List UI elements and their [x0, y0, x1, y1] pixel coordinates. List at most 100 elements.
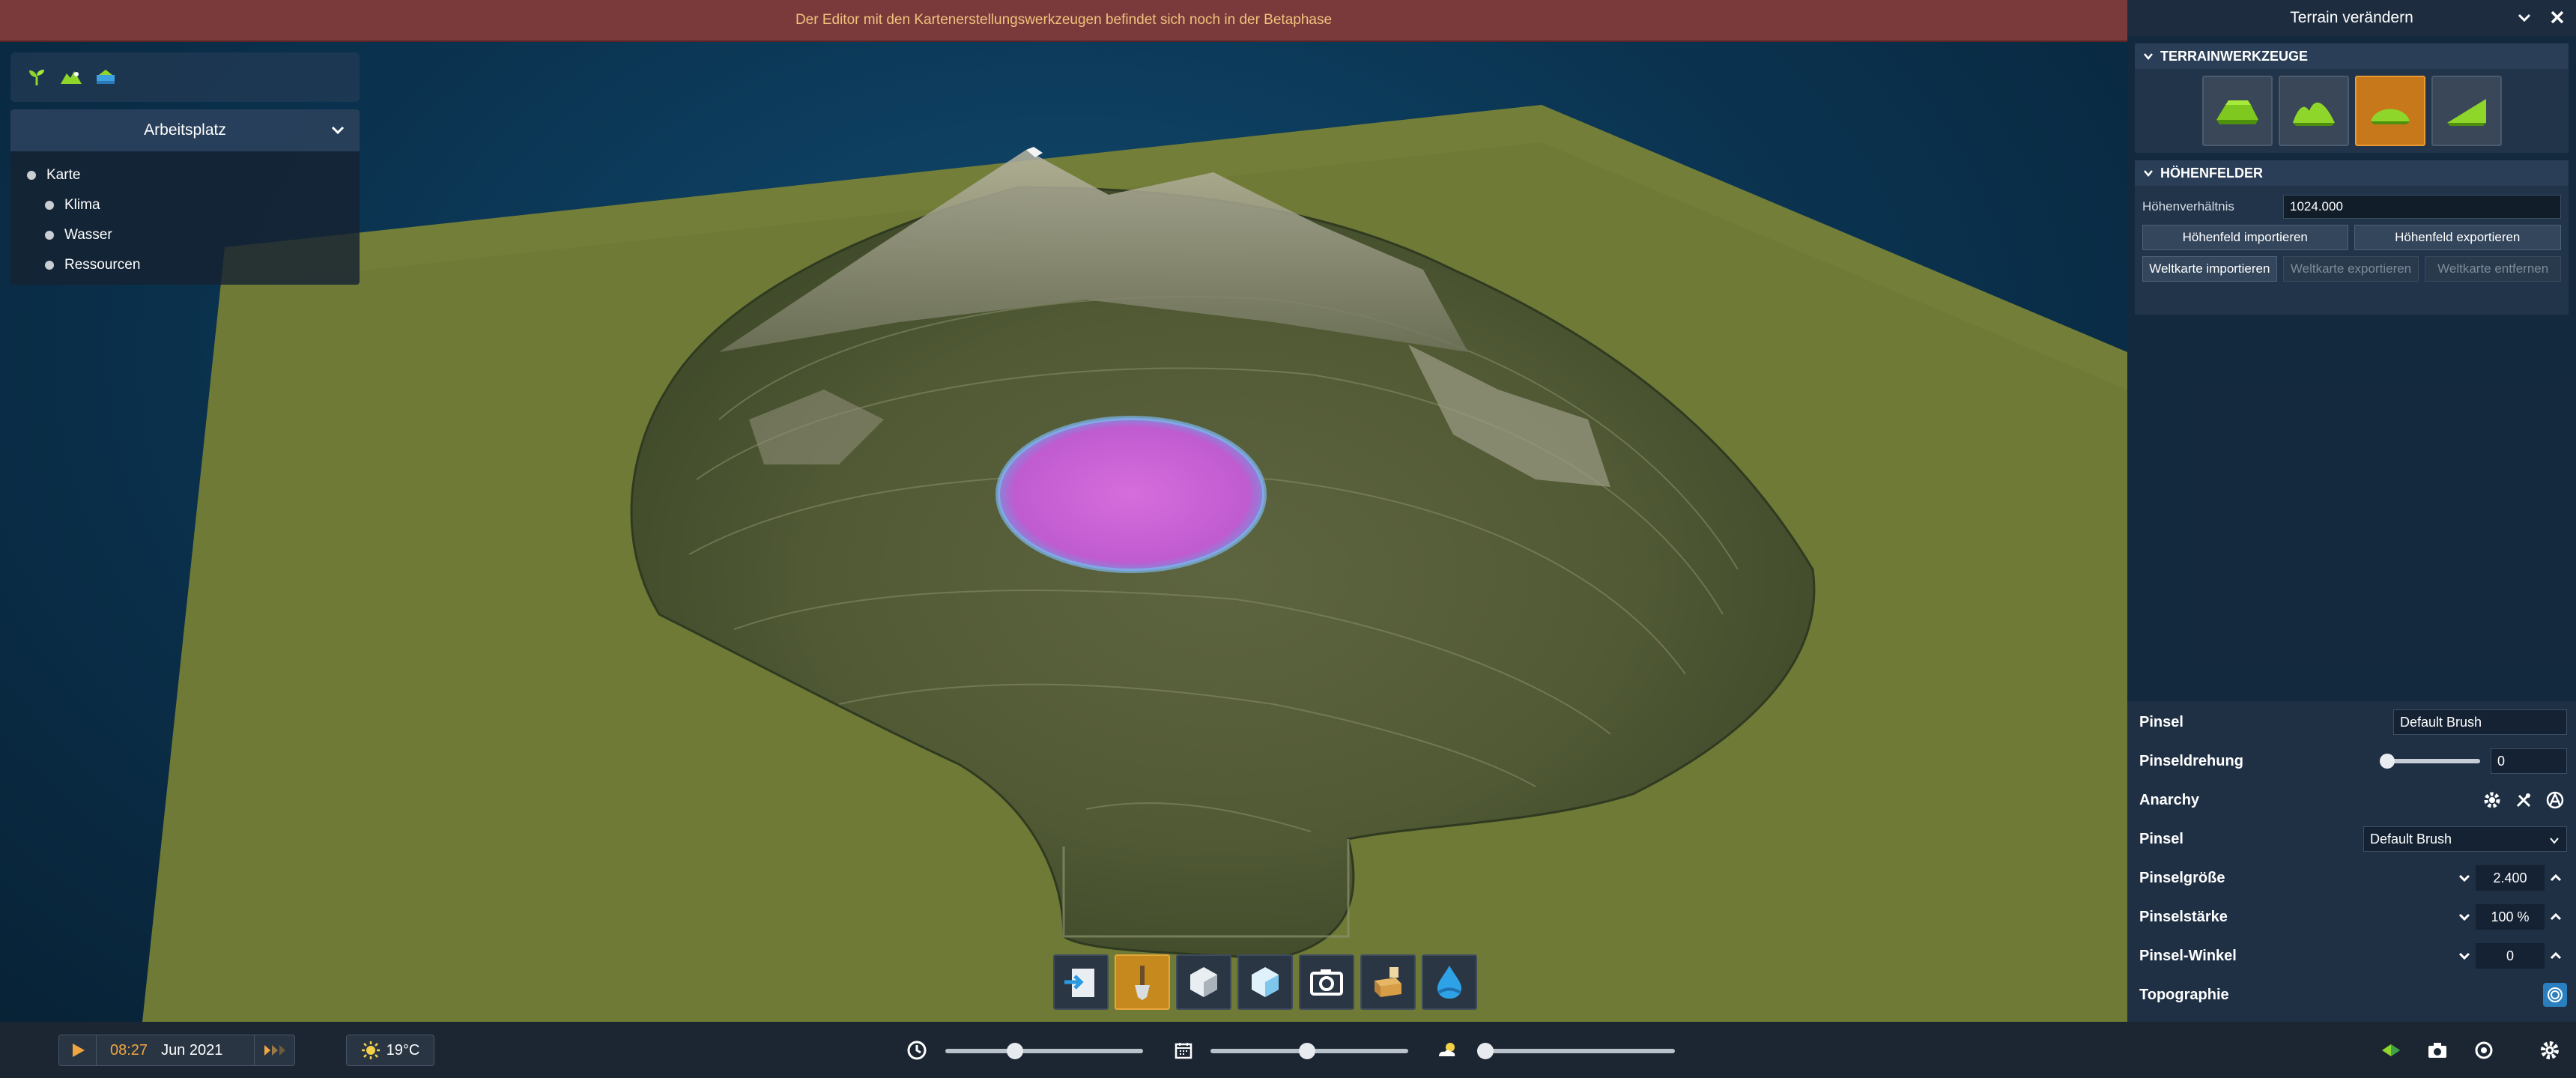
import-tool-button[interactable]: [1053, 954, 1109, 1010]
camera-icon[interactable]: [2425, 1038, 2449, 1062]
height-ratio-label: Höhenverhältnis: [2142, 199, 2234, 214]
chevron-down-icon[interactable]: [2516, 9, 2533, 30]
brush-rotation-input[interactable]: 0: [2491, 748, 2567, 774]
beta-banner: Der Editor mit den Kartenerstellungswerk…: [0, 0, 2127, 42]
calendar-date: Jun 2021: [161, 1041, 223, 1059]
bullet-icon: [45, 201, 54, 210]
anarchy-icon[interactable]: [2543, 788, 2567, 812]
chevron-down-icon: [2144, 170, 2153, 177]
level-terrain-tool-button[interactable]: [2278, 76, 2349, 146]
sprout-icon[interactable]: [25, 66, 48, 88]
panel-titlebar: Terrain verändern: [2127, 0, 2576, 36]
weather-slider[interactable]: [1477, 1043, 1675, 1059]
gear-icon[interactable]: [2538, 1038, 2562, 1062]
gear-icon[interactable]: [2480, 788, 2504, 812]
smooth-terrain-icon: [2370, 109, 2410, 124]
editor-mode-bar: [10, 52, 360, 102]
water-tool-button[interactable]: [1422, 954, 1477, 1010]
topography-label: Topographie: [2139, 986, 2229, 1003]
chevron-down-icon[interactable]: [2453, 865, 2476, 891]
bullet-icon: [45, 261, 54, 270]
workspace-title: Arbeitsplatz: [144, 121, 226, 139]
clock-time: 08:27: [110, 1041, 148, 1059]
tree-item-label: Karte: [46, 167, 81, 183]
slope-terrain-tool-button[interactable]: [2431, 76, 2502, 146]
slider-knob[interactable]: [2380, 754, 2395, 769]
tree-item-wasser[interactable]: Wasser: [27, 220, 360, 250]
hills-terrain-icon: [2292, 102, 2335, 126]
brush-dropdown-value: Default Brush: [2370, 831, 2452, 847]
chevron-down-icon: [2550, 838, 2559, 844]
brush-strength-value[interactable]: 100 %: [2476, 904, 2545, 930]
slider-knob[interactable]: [1007, 1043, 1023, 1059]
tools-icon[interactable]: [2512, 788, 2536, 812]
chevron-up-icon[interactable]: [2545, 865, 2567, 891]
soften-terrain-tool-button[interactable]: [2354, 76, 2425, 146]
terrain-tools-header[interactable]: TERRAINWERKZEUGE: [2135, 43, 2569, 69]
brush-strength-label: Pinselstärke: [2139, 908, 2228, 925]
raise-terrain-icon: [2216, 100, 2258, 124]
sun-icon: [361, 1041, 380, 1059]
export-heightfield-button[interactable]: Höhenfeld exportieren: [2354, 225, 2561, 250]
import-worldmap-button[interactable]: Weltkarte importieren: [2142, 256, 2277, 282]
shovel-icon: [1135, 966, 1150, 1000]
calendar-icon: [1172, 1038, 1195, 1062]
tree-item-label: Wasser: [64, 227, 112, 243]
clock-icon: [905, 1038, 929, 1062]
terrain-icon[interactable]: [60, 66, 82, 88]
ice-tool-button[interactable]: [1237, 954, 1293, 1010]
chevron-down-icon: [2144, 53, 2153, 60]
chevron-down-icon[interactable]: [2453, 904, 2476, 930]
tree-item-karte[interactable]: Karte: [27, 160, 360, 190]
play-button[interactable]: [59, 1035, 97, 1066]
record-icon[interactable]: [2472, 1038, 2496, 1062]
time-controls: 08:27 Jun 2021: [58, 1035, 295, 1066]
brush-settings-panel: Pinsel Default Brush Pinseldrehung 0 Ana…: [2127, 701, 2576, 1022]
slider-knob[interactable]: [1299, 1043, 1315, 1059]
chevron-up-icon[interactable]: [2545, 943, 2567, 969]
brush-angle-value[interactable]: 0: [2476, 943, 2545, 969]
temperature-display: 19°C: [346, 1035, 434, 1066]
topography-toggle[interactable]: [2543, 983, 2567, 1007]
height-ratio-input[interactable]: 1024.000: [2283, 195, 2561, 219]
terrain-tool-button[interactable]: [1115, 954, 1170, 1010]
shift-terrain-tool-button[interactable]: [2201, 76, 2273, 146]
date-slider[interactable]: [1210, 1043, 1408, 1059]
import-heightfield-button[interactable]: Höhenfeld importieren: [2142, 225, 2348, 250]
remove-worldmap-button[interactable]: Weltkarte entfernen: [2425, 256, 2561, 282]
workspace-header[interactable]: Arbeitsplatz: [10, 109, 360, 151]
chevron-down-icon[interactable]: [2453, 943, 2476, 969]
ice-cube-icon: [1252, 967, 1279, 997]
fast-forward-icon: [264, 1045, 285, 1056]
section-title: TERRAINWERKZEUGE: [2160, 48, 2308, 64]
fast-forward-button[interactable]: [254, 1035, 294, 1066]
play-icon: [72, 1044, 85, 1057]
brush-rotation-slider[interactable]: [2380, 754, 2480, 769]
chevron-down-icon[interactable]: [330, 121, 346, 142]
export-worldmap-button[interactable]: Weltkarte exportieren: [2282, 256, 2419, 282]
brush-dropdown[interactable]: Default Brush: [2363, 826, 2567, 852]
brush-strength-stepper: 100 %: [2453, 904, 2567, 930]
objects-tool-button[interactable]: [1176, 954, 1231, 1010]
import-icon: [1064, 969, 1094, 997]
resources-tool-button[interactable]: [1360, 954, 1416, 1010]
chevron-up-icon[interactable]: [2545, 904, 2567, 930]
time-slider[interactable]: [945, 1043, 1143, 1059]
water-drop-icon: [1437, 966, 1461, 999]
brush-size-label: Pinselgröße: [2139, 869, 2225, 886]
brush-size-value[interactable]: 2.400: [2476, 865, 2545, 891]
tree-item-klima[interactable]: Klima: [27, 190, 360, 220]
workspace-panel: Arbeitsplatz Karte Klima Wasser Ressourc…: [10, 109, 360, 285]
heightfields-header[interactable]: HÖHENFELDER: [2135, 160, 2569, 186]
close-icon[interactable]: [2549, 9, 2566, 30]
slider-knob[interactable]: [1477, 1043, 1494, 1059]
brush-label-2: Pinsel: [2139, 830, 2183, 847]
brush-select[interactable]: Default Brush: [2393, 709, 2567, 735]
map-layer-icon[interactable]: [2379, 1038, 2403, 1062]
status-bar: 08:27 Jun 2021 19°C: [0, 1022, 2576, 1078]
tree-item-label: Ressourcen: [64, 257, 141, 273]
tree-item-ressourcen[interactable]: Ressourcen: [27, 250, 360, 280]
water-icon[interactable]: [94, 66, 117, 88]
screenshot-tool-button[interactable]: [1299, 954, 1354, 1010]
panel-title: Terrain verändern: [2290, 9, 2413, 26]
